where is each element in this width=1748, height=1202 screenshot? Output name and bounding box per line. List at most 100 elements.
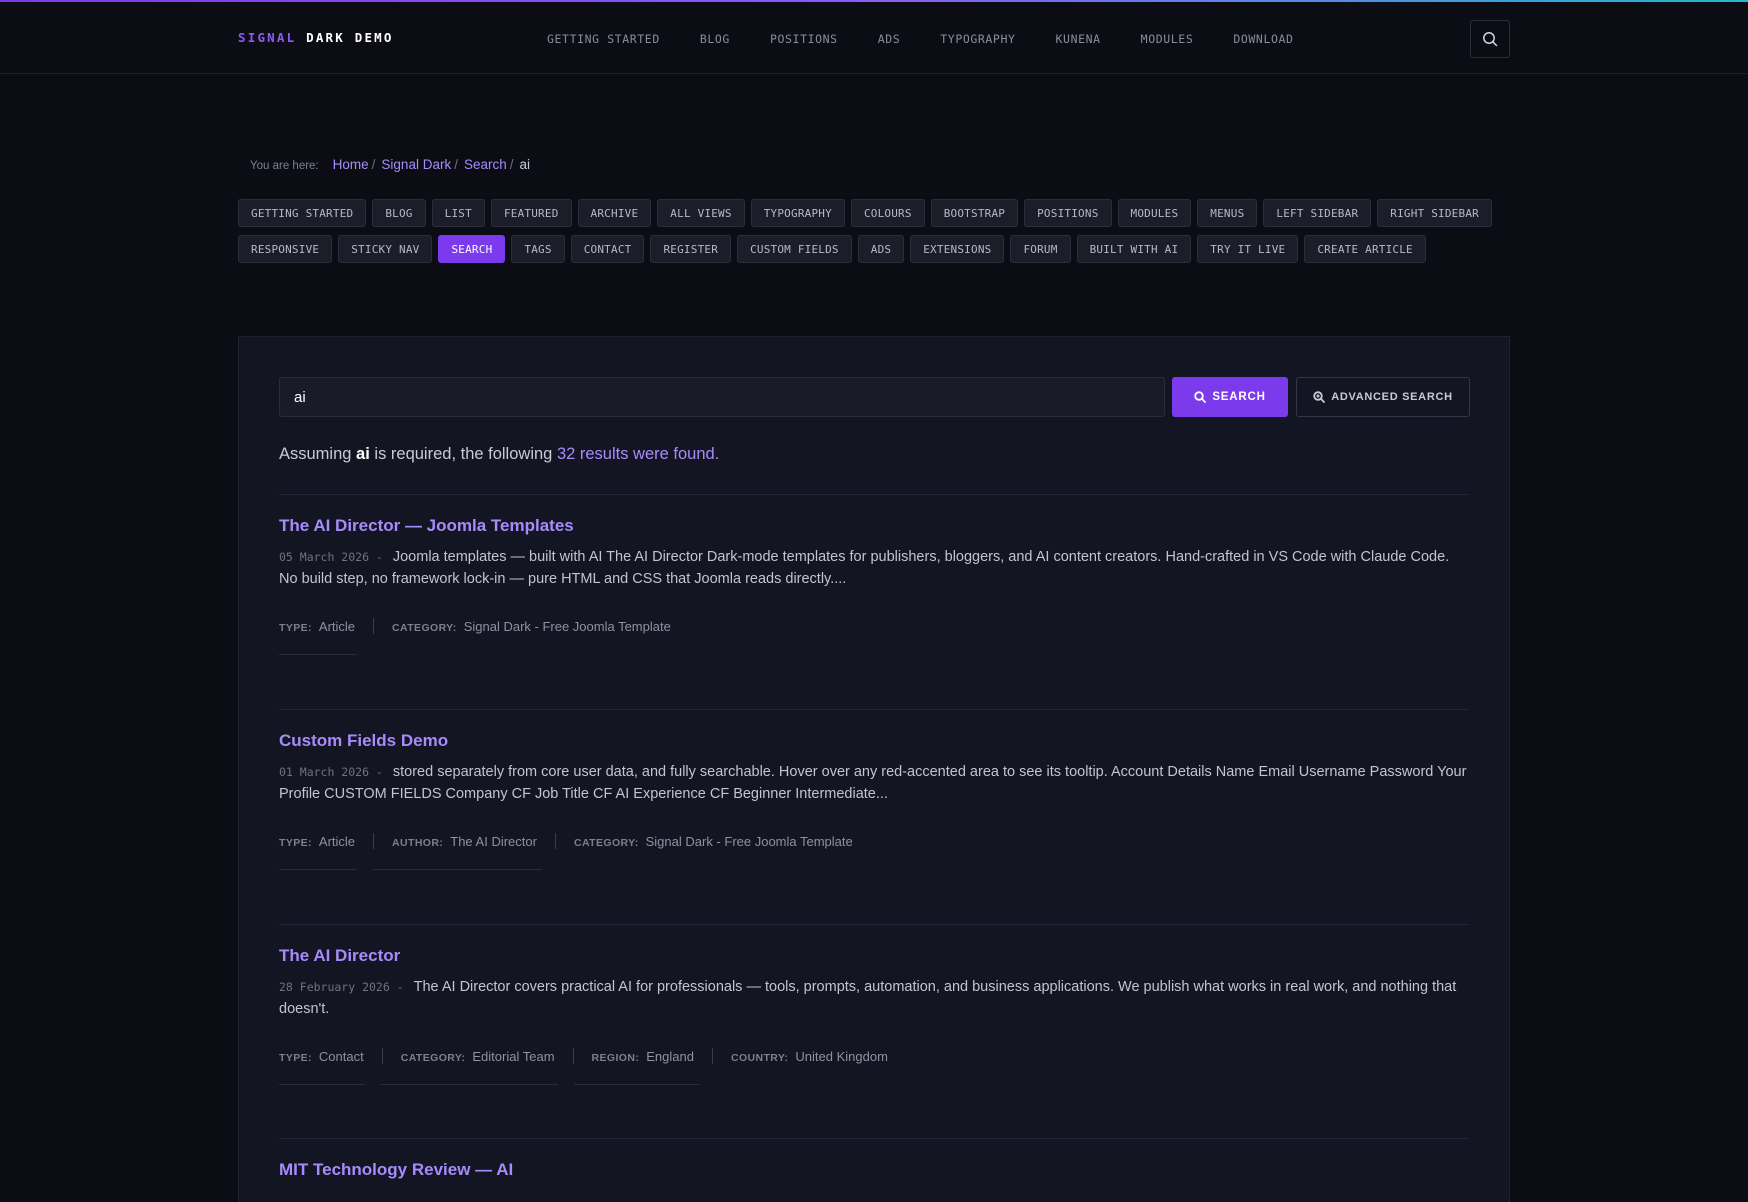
tag-built-with-ai[interactable]: BUILT WITH AI: [1076, 235, 1192, 263]
result-title-link[interactable]: The AI Director — Joomla Templates: [279, 516, 1469, 536]
result-snippet: stored separately from core user data, a…: [279, 764, 1467, 802]
meta-key: TYPE:: [279, 621, 312, 634]
breadcrumb: You are here: Home / Signal Dark / Searc…: [250, 157, 530, 172]
summary-term: ai: [356, 445, 370, 463]
meta-value: Signal Dark - Free Joomla Template: [463, 618, 671, 634]
result-meta: TYPE: Article CATEGORY: Signal Dark - Fr…: [279, 618, 1469, 634]
tag-menu: GETTING STARTED BLOG LIST FEATURED ARCHI…: [238, 199, 1518, 271]
meta-separator: [373, 618, 375, 634]
meta-value: United Kingdom: [795, 1048, 888, 1064]
nav-kunena[interactable]: KUNENA: [1056, 32, 1101, 46]
result-title-link[interactable]: MIT Technology Review — AI: [279, 1160, 1469, 1180]
summary-middle: is required, the following: [374, 445, 553, 463]
breadcrumb-home[interactable]: Home: [333, 157, 369, 172]
meta-underline: [574, 1084, 700, 1085]
nav-download[interactable]: DOWNLOAD: [1233, 32, 1293, 46]
meta-key: TYPE:: [279, 1051, 312, 1064]
tag-colours[interactable]: COLOURS: [850, 199, 925, 227]
summary-prefix: Assuming: [279, 445, 352, 463]
tag-menus[interactable]: MENUS: [1197, 199, 1258, 227]
result-date: 05 March 2026 -: [279, 550, 383, 564]
result-date: 28 February 2026 -: [279, 980, 404, 994]
tag-list[interactable]: LIST: [431, 199, 485, 227]
breadcrumb-separator: /: [454, 157, 458, 172]
tag-extensions[interactable]: EXTENSIONS: [910, 235, 1005, 263]
meta-underlines: [279, 654, 1469, 655]
result-snippet: Joomla templates — built with AI The AI …: [279, 549, 1450, 587]
header-search-button[interactable]: [1470, 20, 1510, 58]
search-input[interactable]: [279, 377, 1165, 417]
site-logo[interactable]: SIGNAL DARK DEMO: [238, 30, 394, 45]
result-title-link[interactable]: Custom Fields Demo: [279, 731, 1469, 751]
meta-key: AUTHOR:: [392, 836, 444, 849]
meta-separator: [554, 833, 556, 849]
result-description: 01 March 2026 - stored separately from co…: [279, 761, 1469, 805]
divider: [279, 1138, 1469, 1139]
tag-ads[interactable]: ADS: [857, 235, 905, 263]
result-meta: TYPE: Contact CATEGORY: Editorial Team R…: [279, 1048, 1469, 1064]
meta-key: CATEGORY:: [392, 621, 457, 634]
tag-responsive[interactable]: RESPONSIVE: [238, 235, 333, 263]
tag-modules[interactable]: MODULES: [1117, 199, 1192, 227]
tag-blog[interactable]: BLOG: [372, 199, 426, 227]
breadcrumb-label: You are here:: [250, 160, 319, 172]
nav-ads[interactable]: ADS: [878, 32, 901, 46]
nav-typography[interactable]: TYPOGRAPHY: [940, 32, 1015, 46]
meta-country: COUNTRY: United Kingdom: [731, 1049, 888, 1064]
breadcrumb-separator: /: [371, 157, 376, 172]
breadcrumb-signal-dark[interactable]: Signal Dark: [381, 157, 451, 172]
meta-separator: [711, 1048, 713, 1064]
tag-sticky-nav[interactable]: STICKY NAV: [338, 235, 433, 263]
tag-tags[interactable]: TAGS: [511, 235, 565, 263]
tag-left-sidebar[interactable]: LEFT SIDEBAR: [1263, 199, 1372, 227]
tag-create-article[interactable]: CREATE ARTICLE: [1304, 235, 1426, 263]
nav-modules[interactable]: MODULES: [1141, 32, 1194, 46]
divider: [279, 709, 1469, 710]
site-header: SIGNAL DARK DEMO GETTING STARTED BLOG PO…: [0, 2, 1748, 74]
brand-part1: SIGNAL: [238, 30, 297, 45]
meta-underline: [279, 654, 357, 655]
nav-blog[interactable]: BLOG: [700, 32, 730, 46]
result-date: 01 March 2026 -: [279, 765, 383, 779]
meta-category: CATEGORY: Signal Dark - Free Joomla Temp…: [574, 834, 853, 849]
tag-typography[interactable]: TYPOGRAPHY: [750, 199, 845, 227]
search-results-panel: SEARCH ADVANCED SEARCH Assuming ai is re…: [238, 336, 1510, 1202]
tag-positions[interactable]: POSITIONS: [1024, 199, 1112, 227]
tag-contact[interactable]: CONTACT: [570, 235, 645, 263]
advanced-search-button[interactable]: ADVANCED SEARCH: [1296, 377, 1470, 417]
meta-type: TYPE: Article: [279, 619, 355, 634]
meta-value: The AI Director: [450, 833, 537, 849]
search-button-label: SEARCH: [1212, 391, 1266, 403]
search-submit-button[interactable]: SEARCH: [1172, 377, 1288, 417]
nav-positions[interactable]: POSITIONS: [770, 32, 838, 46]
meta-value: England: [646, 1048, 694, 1064]
tag-register[interactable]: REGISTER: [650, 235, 732, 263]
tag-try-it-live[interactable]: TRY IT LIVE: [1197, 235, 1299, 263]
meta-author: AUTHOR: The AI Director: [392, 834, 537, 849]
tag-search-active[interactable]: SEARCH: [438, 235, 506, 263]
tag-getting-started[interactable]: GETTING STARTED: [238, 199, 367, 227]
nav-getting-started[interactable]: GETTING STARTED: [547, 32, 660, 46]
search-icon: [1194, 391, 1207, 403]
result-title-link[interactable]: The AI Director: [279, 946, 1469, 966]
search-form: SEARCH ADVANCED SEARCH: [279, 377, 1470, 417]
search-icon: [1483, 32, 1498, 47]
breadcrumb-search[interactable]: Search: [464, 157, 507, 172]
result-snippet: The AI Director covers practical AI for …: [279, 979, 1457, 1017]
tag-forum[interactable]: FORUM: [1010, 235, 1071, 263]
tag-featured[interactable]: FEATURED: [490, 199, 572, 227]
meta-underline: [381, 1084, 558, 1085]
search-result: The AI Director — Joomla Templates 05 Ma…: [279, 516, 1469, 655]
meta-key: TYPE:: [279, 836, 312, 849]
tag-all-views[interactable]: ALL VIEWS: [657, 199, 745, 227]
tag-archive[interactable]: ARCHIVE: [577, 199, 652, 227]
tag-right-sidebar[interactable]: RIGHT SIDEBAR: [1377, 199, 1492, 227]
meta-value: Editorial Team: [472, 1048, 555, 1064]
meta-underlines: [279, 869, 1469, 870]
tag-custom-fields[interactable]: CUSTOM FIELDS: [737, 235, 852, 263]
meta-separator: [373, 833, 375, 849]
meta-region: REGION: England: [592, 1049, 694, 1064]
meta-key: REGION:: [591, 1051, 640, 1064]
tag-bootstrap[interactable]: BOOTSTRAP: [930, 199, 1019, 227]
meta-category: CATEGORY: Editorial Team: [401, 1049, 555, 1064]
